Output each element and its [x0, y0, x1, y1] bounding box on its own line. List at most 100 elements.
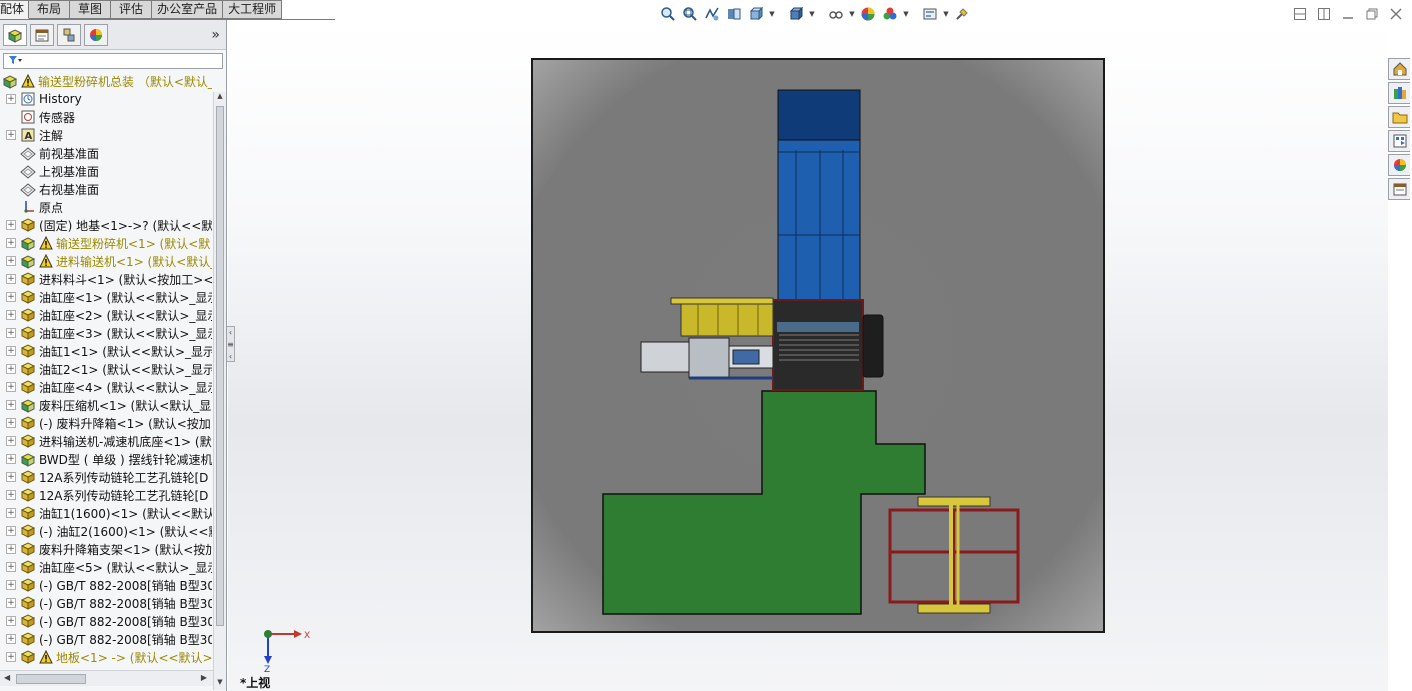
resources-icon[interactable]: [1388, 58, 1410, 80]
expand-icon[interactable]: +: [6, 400, 16, 410]
expand-icon[interactable]: +: [6, 652, 16, 662]
view-palette-icon[interactable]: [1388, 130, 1410, 152]
scrollbar-thumb[interactable]: [16, 674, 86, 684]
tree-item[interactable]: + History: [0, 90, 212, 108]
expand-icon[interactable]: +: [6, 94, 16, 104]
tree-item[interactable]: 原点: [0, 198, 212, 216]
tab-assembly[interactable]: 配体: [0, 0, 30, 19]
expand-icon[interactable]: +: [6, 364, 16, 374]
section-view-icon[interactable]: [724, 4, 744, 24]
expand-icon[interactable]: +: [6, 256, 16, 266]
tree-filter[interactable]: [3, 53, 223, 69]
filter-icon[interactable]: [8, 54, 22, 68]
design-library-icon[interactable]: [1388, 82, 1410, 104]
tree-item[interactable]: + 输送型粉碎机<1> (默认<默: [0, 234, 212, 252]
zoom-to-fit-icon[interactable]: [658, 4, 678, 24]
expand-icon[interactable]: +: [6, 616, 16, 626]
expand-icon[interactable]: +: [6, 130, 16, 140]
tree-item[interactable]: + (固定) 地基<1>->? (默认<<默: [0, 216, 212, 234]
tab-sketch[interactable]: 草图: [70, 0, 112, 19]
tree-item[interactable]: + 进料料斗<1> (默认<按加工><: [0, 270, 212, 288]
tab-evaluate[interactable]: 评估: [111, 0, 153, 19]
tree-vertical-scrollbar[interactable]: ▲ ▼: [213, 92, 226, 690]
custom-properties-icon[interactable]: [1388, 178, 1410, 200]
tree-item[interactable]: + 油缸座<5> (默认<<默认>_显示: [0, 558, 212, 576]
chevron-down-icon[interactable]: ▼: [942, 10, 950, 18]
apply-scene-icon[interactable]: [880, 4, 900, 24]
expand-icon[interactable]: +: [6, 238, 16, 248]
scrollbar-thumb[interactable]: [216, 106, 224, 626]
tree-item[interactable]: + 油缸座<1> (默认<<默认>_显示: [0, 288, 212, 306]
tree-item[interactable]: + 油缸座<3> (默认<<默认>_显示: [0, 324, 212, 342]
tree-item[interactable]: 传感器: [0, 108, 212, 126]
tree-item[interactable]: + (-) GB/T 882-2008[销轴 B型30: [0, 612, 212, 630]
tree-item[interactable]: + 地板<1> -> (默认<<默认>_: [0, 648, 212, 666]
expand-panel-button[interactable]: »: [211, 27, 220, 43]
tab-engineer[interactable]: 大工程师: [223, 0, 283, 19]
expand-icon[interactable]: +: [6, 220, 16, 230]
tab-layout[interactable]: 布局: [29, 0, 71, 19]
minimize-icon[interactable]: [1340, 6, 1356, 22]
scroll-right-icon[interactable]: ▶: [201, 673, 207, 682]
expand-icon[interactable]: +: [6, 418, 16, 428]
expand-icon[interactable]: +: [6, 580, 16, 590]
tree-item[interactable]: + 油缸1<1> (默认<<默认>_显示: [0, 342, 212, 360]
configurationmanager-tab-icon[interactable]: [57, 23, 81, 46]
edit-appearance-icon[interactable]: [858, 4, 878, 24]
tree-item[interactable]: + 废料升降箱支架<1> (默认<按加: [0, 540, 212, 558]
chevron-down-icon[interactable]: ▼: [902, 10, 910, 18]
expand-icon[interactable]: +: [6, 508, 16, 518]
model-viewport[interactable]: [531, 58, 1105, 633]
chevron-down-icon[interactable]: ▼: [768, 10, 776, 18]
expand-icon[interactable]: +: [6, 490, 16, 500]
propertymanager-tab-icon[interactable]: [30, 23, 54, 46]
tree-item[interactable]: + (-) 废料升降箱<1> (默认<按加: [0, 414, 212, 432]
tree-item[interactable]: 前视基准面: [0, 144, 212, 162]
expand-icon[interactable]: +: [6, 454, 16, 464]
appearances-icon[interactable]: [1388, 154, 1410, 176]
expand-icon[interactable]: +: [6, 382, 16, 392]
panel-splitter[interactable]: ‹ ≡ ‹: [227, 326, 235, 362]
scroll-left-icon[interactable]: ◀: [4, 673, 10, 682]
tree-item[interactable]: + 油缸座<4> (默认<<默认>_显示: [0, 378, 212, 396]
tree-item[interactable]: + A 注解: [0, 126, 212, 144]
expand-icon[interactable]: +: [6, 562, 16, 572]
featuremanager-tab-icon[interactable]: [3, 23, 27, 46]
tree-item[interactable]: + (-) GB/T 882-2008[销轴 B型30: [0, 576, 212, 594]
tile-vertical-icon[interactable]: [1316, 6, 1332, 22]
file-explorer-icon[interactable]: [1388, 106, 1410, 128]
tree-item[interactable]: + 油缸1(1600)<1> (默认<<默认: [0, 504, 212, 522]
expand-icon[interactable]: +: [6, 436, 16, 446]
expand-icon[interactable]: +: [6, 634, 16, 644]
tab-office-products[interactable]: 办公室产品: [152, 0, 224, 19]
tree-item[interactable]: + 油缸2<1> (默认<<默认>_显示: [0, 360, 212, 378]
chevron-down-icon[interactable]: ▼: [848, 10, 856, 18]
display-style-icon[interactable]: [786, 4, 806, 24]
tree-item[interactable]: +12A系列传动链轮工艺孔链轮[D: [0, 468, 212, 486]
displaymanager-tab-icon[interactable]: [84, 23, 108, 46]
tree-item[interactable]: +12A系列传动链轮工艺孔链轮[D: [0, 486, 212, 504]
expand-icon[interactable]: +: [6, 328, 16, 338]
tree-item[interactable]: + (-) 油缸2(1600)<1> (默认<<默: [0, 522, 212, 540]
tree-horizontal-scrollbar[interactable]: ◀ ▶: [0, 670, 213, 686]
tree-item[interactable]: 右视基准面: [0, 180, 212, 198]
expand-icon[interactable]: +: [6, 274, 16, 284]
restore-icon[interactable]: [1364, 6, 1380, 22]
scroll-down-icon[interactable]: ▼: [214, 678, 226, 690]
tree-item[interactable]: + 进料输送机-减速机底座<1> (默: [0, 432, 212, 450]
tree-item[interactable]: + (-) GB/T 882-2008[销轴 B型30: [0, 630, 212, 648]
view-settings-icon[interactable]: [920, 4, 940, 24]
tree-item[interactable]: + 废料压缩机<1> (默认<默认_显: [0, 396, 212, 414]
tree-item[interactable]: + 油缸座<2> (默认<<默认>_显示: [0, 306, 212, 324]
zoom-area-icon[interactable]: [680, 4, 700, 24]
expand-icon[interactable]: +: [6, 346, 16, 356]
expand-icon[interactable]: +: [6, 598, 16, 608]
tree-item[interactable]: 上视基准面: [0, 162, 212, 180]
view-orientation-icon[interactable]: [746, 4, 766, 24]
tree-item[interactable]: + (-) GB/T 882-2008[销轴 B型30: [0, 594, 212, 612]
expand-icon[interactable]: +: [6, 526, 16, 536]
previous-view-icon[interactable]: [702, 4, 722, 24]
chevron-down-icon[interactable]: ▼: [808, 10, 816, 18]
expand-icon[interactable]: +: [6, 544, 16, 554]
tree-root-item[interactable]: 输送型粉碎机总装 （默认<默认_: [0, 72, 212, 90]
